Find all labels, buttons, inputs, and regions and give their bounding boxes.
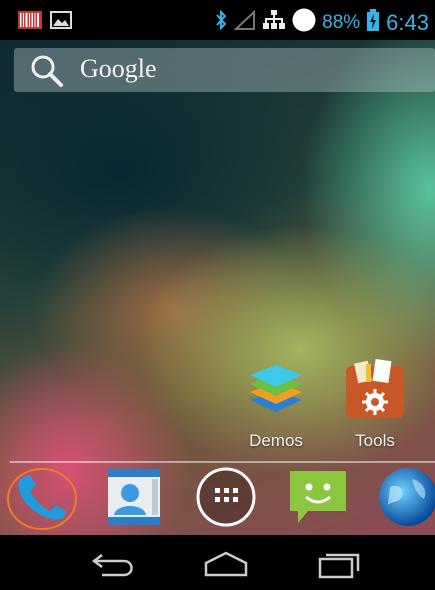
back-icon[interactable]: [90, 549, 138, 584]
stacked-layers-icon: [246, 365, 306, 424]
google-label: Google: [80, 54, 157, 83]
battery-percent: 88%: [322, 11, 361, 33]
navigation-bar: [0, 535, 435, 590]
messaging-icon: [286, 471, 350, 533]
search-icon[interactable]: [28, 53, 68, 94]
shortcut-demos-label: Demos: [249, 431, 303, 450]
shortcut-tools-label: Tools: [355, 431, 395, 450]
network-icon: [262, 9, 286, 36]
bluetooth-icon: [214, 9, 228, 36]
dock-browser[interactable]: [376, 465, 435, 529]
battery-icon: [366, 9, 380, 36]
clock: 6:43: [386, 9, 429, 35]
contacts-icon: [102, 469, 166, 533]
dock-phone[interactable]: [6, 465, 77, 530]
dock-contacts[interactable]: [102, 465, 166, 529]
toolbox-icon: [344, 358, 406, 424]
dock-messaging[interactable]: [286, 465, 350, 529]
shortcut-tools[interactable]: Tools: [335, 358, 415, 451]
phone-icon: [6, 468, 78, 535]
google-search-bar[interactable]: Google: [14, 48, 435, 92]
dock-all-apps[interactable]: [194, 465, 258, 529]
signal-icon: [233, 9, 256, 35]
barcode-icon: [18, 11, 42, 34]
globe-icon: [376, 468, 435, 529]
circle-icon: [292, 8, 316, 37]
recent-apps-icon[interactable]: [314, 549, 362, 584]
status-bar: 88% 6:43: [0, 0, 435, 40]
dock-divider: [10, 461, 435, 463]
home-icon[interactable]: [202, 549, 250, 584]
shortcut-demos[interactable]: Demos: [236, 360, 316, 451]
image-notification-icon: [50, 11, 72, 34]
app-drawer-icon: [194, 467, 258, 533]
